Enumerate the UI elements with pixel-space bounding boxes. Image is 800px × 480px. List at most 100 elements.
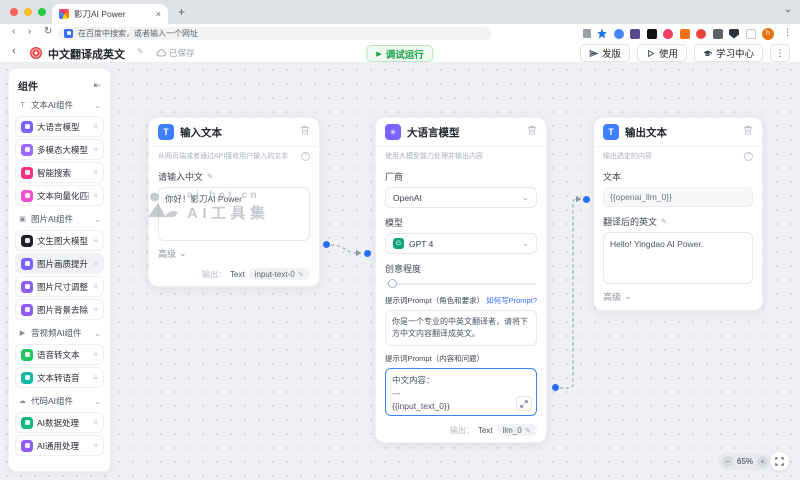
- output-variable-pill[interactable]: llm_0 ✎: [496, 424, 537, 436]
- advanced-toggle[interactable]: 高级 ⌄: [603, 290, 753, 303]
- prompt-role-textarea[interactable]: 你是一个专业的中英文翻译者，请将下方中文内容翻译成英文。: [385, 310, 537, 346]
- browser-forward-icon[interactable]: ›: [28, 26, 31, 37]
- extension-icon[interactable]: [679, 28, 690, 39]
- extension-icon[interactable]: [630, 28, 640, 39]
- delete-node-icon[interactable]: [527, 123, 537, 141]
- drag-handle-icon[interactable]: ≡: [93, 122, 98, 131]
- chevron-down-icon[interactable]: ⌄: [94, 215, 101, 224]
- sidebar-item-multimodal[interactable]: 多模态大模型 ≡: [15, 139, 104, 160]
- extension-icon[interactable]: [745, 28, 756, 39]
- sidebar-item-image-resize[interactable]: 图片尺寸调整 ≡: [15, 276, 104, 297]
- sidebar-item-speech2text[interactable]: 语音转文本 ≡: [15, 344, 104, 365]
- sidebar-item-smart-search[interactable]: 智能搜索 ≡: [15, 162, 104, 183]
- sidebar-item-ai-data[interactable]: AI数据处理 ≡: [15, 412, 104, 433]
- flow-canvas[interactable]: 组件 ⇤ T 文本AI组件 ⌄ 大语言模型 ≡ 多模态大模型 ≡ 智能搜索 ≡ …: [0, 63, 800, 480]
- edit-title-icon[interactable]: ✎: [137, 47, 144, 56]
- delete-node-icon[interactable]: [743, 123, 753, 141]
- drag-handle-icon[interactable]: ≡: [93, 191, 98, 200]
- tab-close-icon[interactable]: ×: [156, 9, 161, 19]
- input-port[interactable]: [364, 250, 371, 257]
- prompt-help-link[interactable]: 如何写Prompt?: [486, 295, 537, 306]
- drag-handle-icon[interactable]: ≡: [93, 282, 98, 291]
- sidebar-section-text-ai[interactable]: T 文本AI组件 ⌄: [9, 94, 110, 116]
- learn-center-button[interactable]: 学习中心: [693, 44, 763, 62]
- sidebar-section-image-ai[interactable]: ▣ 图片AI组件 ⌄: [9, 208, 110, 230]
- run-test-button[interactable]: ▶ 调试运行: [366, 45, 434, 62]
- back-button[interactable]: ‹: [12, 45, 16, 57]
- drag-handle-icon[interactable]: ≡: [93, 145, 98, 154]
- drag-handle-icon[interactable]: ≡: [93, 350, 98, 359]
- prompt-content-textarea[interactable]: 中文内容： --- {{input_text_0}}: [385, 368, 537, 416]
- node-input-text[interactable]: T 输入文本 从网页端或者通过API接收用户输入的文本 ? 请输入中文 ✎ 你好…: [148, 117, 320, 287]
- collapse-sidebar-icon[interactable]: ⇤: [93, 80, 101, 91]
- sidebar-item-text-vector[interactable]: 文本向量化匹配 ≡: [15, 185, 104, 206]
- node-output-text[interactable]: T 输出文本 输出选定的内容 ? 文本 {{openai_llm_0}} 翻译后…: [593, 117, 763, 311]
- info-icon[interactable]: ?: [744, 151, 753, 161]
- output-port[interactable]: [323, 241, 330, 248]
- drag-handle-icon[interactable]: ≡: [93, 373, 98, 382]
- close-window-button[interactable]: [10, 8, 18, 16]
- output-port[interactable]: [552, 384, 559, 391]
- new-tab-button[interactable]: +: [178, 5, 185, 19]
- extension-icon[interactable]: [613, 28, 624, 39]
- text-variable-input[interactable]: {{openai_llm_0}}: [603, 187, 753, 207]
- more-actions-button[interactable]: ⋮: [770, 44, 790, 62]
- browser-back-icon[interactable]: ‹: [12, 26, 15, 37]
- maximize-window-button[interactable]: [38, 8, 46, 16]
- use-button[interactable]: 使用: [636, 44, 687, 62]
- advanced-toggle[interactable]: 高级 ⌄: [158, 247, 310, 260]
- drag-handle-icon[interactable]: ≡: [93, 305, 98, 314]
- edit-output-icon[interactable]: ✎: [298, 270, 304, 279]
- sidebar-item-text2speech[interactable]: 文本转语音 ≡: [15, 367, 104, 388]
- zoom-in-button[interactable]: +: [757, 456, 769, 467]
- edit-output-icon[interactable]: ✎: [525, 426, 531, 435]
- window-controls[interactable]: [10, 8, 46, 16]
- browser-tab[interactable]: 影刀AI Power ×: [52, 4, 168, 24]
- browser-menu-icon[interactable]: ⋮: [783, 27, 792, 38]
- drag-handle-icon[interactable]: ≡: [93, 441, 98, 450]
- input-port[interactable]: [583, 196, 590, 203]
- output-variable-pill[interactable]: input-text-0 ✎: [248, 268, 310, 280]
- creativity-slider[interactable]: [386, 279, 536, 289]
- browser-reload-icon[interactable]: ↻: [44, 26, 52, 37]
- sidebar-section-code-ai[interactable]: ☁ 代码AI组件 ⌄: [9, 390, 110, 412]
- node-llm[interactable]: ✳ 大语言模型 使用大模型能力处理并输出内容 厂商 OpenAI ⌄ 模型 G …: [375, 117, 547, 443]
- chevron-down-icon[interactable]: ⌄: [94, 101, 101, 110]
- zoom-out-button[interactable]: −: [722, 456, 733, 467]
- extension-icon[interactable]: [663, 28, 673, 39]
- sidebar-item-image-enhance[interactable]: 图片画质提升 ≡: [15, 253, 104, 274]
- sidebar-item-ai-general[interactable]: AI通用处理 ≡: [15, 435, 104, 456]
- fit-view-button[interactable]: [770, 452, 789, 471]
- drag-handle-icon[interactable]: ≡: [93, 418, 98, 427]
- publish-button[interactable]: 发版: [579, 44, 630, 62]
- chinese-input-textarea[interactable]: 你好！影刀AI Power: [158, 187, 310, 241]
- minimize-window-button[interactable]: [24, 8, 32, 16]
- chevron-down-icon[interactable]: ⌄: [94, 329, 101, 338]
- extension-icon[interactable]: [646, 28, 657, 39]
- address-bar[interactable]: 在百度中搜索，或者输入一个网址: [58, 26, 492, 40]
- info-icon[interactable]: ?: [301, 151, 310, 161]
- drag-handle-icon[interactable]: ≡: [93, 168, 98, 177]
- vendor-select[interactable]: OpenAI ⌄: [385, 187, 537, 208]
- edit-field-icon[interactable]: ✎: [661, 217, 667, 226]
- extension-icon[interactable]: [712, 28, 723, 39]
- tabstrip-chevron-icon[interactable]: ⌄: [784, 4, 792, 15]
- extension-icon[interactable]: [729, 28, 739, 39]
- drag-handle-icon[interactable]: ≡: [93, 259, 98, 268]
- expand-textarea-button[interactable]: [516, 396, 532, 411]
- delete-node-icon[interactable]: [300, 123, 310, 141]
- sidebar-item-text2image[interactable]: 文生图大模型 ≡: [15, 230, 104, 251]
- sidebar-section-av-ai[interactable]: ▶ 音视频AI组件 ⌄: [9, 322, 110, 344]
- sidebar-item-llm[interactable]: 大语言模型 ≡: [15, 116, 104, 137]
- model-select[interactable]: G GPT 4 ⌄: [385, 233, 537, 254]
- share-icon[interactable]: [582, 29, 591, 38]
- slider-knob[interactable]: [388, 279, 397, 288]
- drag-handle-icon[interactable]: ≡: [93, 236, 98, 245]
- chevron-down-icon[interactable]: ⌄: [94, 397, 101, 406]
- translated-text-textarea[interactable]: Hello! Yingdao AI Power.: [603, 232, 753, 284]
- bookmark-star-icon[interactable]: [597, 28, 607, 39]
- profile-avatar[interactable]: h: [762, 27, 774, 40]
- edit-field-icon[interactable]: ✎: [207, 172, 213, 181]
- sidebar-item-bg-remove[interactable]: 图片背景去除 ≡: [15, 299, 104, 320]
- extension-icon[interactable]: [696, 28, 706, 39]
